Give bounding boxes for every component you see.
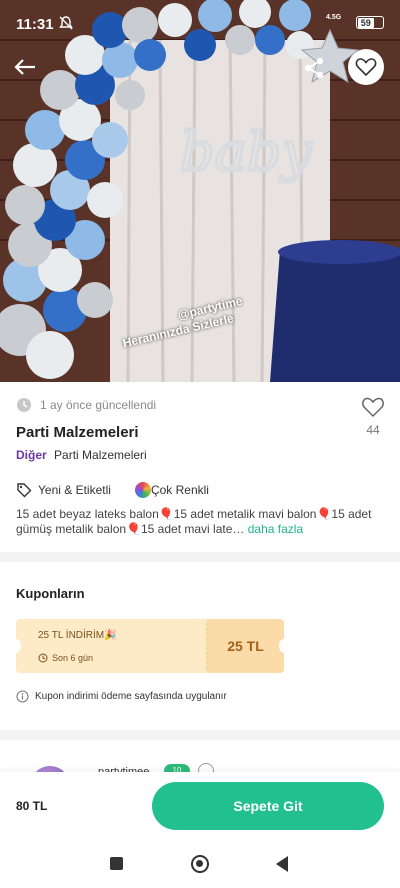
baby-balloon-letters: baby xyxy=(180,120,313,183)
updated-text: 1 ay önce güncellendi xyxy=(40,398,157,412)
coupons-heading: Kuponların xyxy=(16,586,85,601)
coupon-name: 25 TL İNDİRİM🎉 xyxy=(38,630,117,641)
breadcrumb: Diğer Parti Malzemeleri xyxy=(16,448,147,462)
section-divider xyxy=(0,730,400,740)
coupon-card[interactable]: 25 TL İNDİRİM🎉 Son 6 gün 25 TL xyxy=(11,619,289,673)
recents-icon[interactable] xyxy=(110,857,123,870)
color-palette-icon xyxy=(134,482,151,498)
bottom-action-bar: 80 TL Sepete Git xyxy=(0,772,400,840)
network-indicator: 4.5G xyxy=(326,14,342,21)
coupon-expiry: Son 6 gün xyxy=(38,653,93,663)
color-attribute: Çok Renkli xyxy=(134,482,209,498)
heart-icon xyxy=(355,58,377,77)
clock-icon xyxy=(17,398,31,412)
product-image[interactable]: baby @partytime Heranınızda Sizlerle 11:… xyxy=(0,0,400,382)
tag-icon xyxy=(17,483,32,498)
back-arrow-icon[interactable] xyxy=(10,52,40,82)
go-to-cart-button[interactable]: Sepete Git xyxy=(152,782,384,830)
home-icon[interactable] xyxy=(191,855,209,873)
timer-icon xyxy=(38,653,48,663)
like-count: 44 xyxy=(366,423,380,437)
back-icon[interactable] xyxy=(276,856,288,872)
coupon-note: Kupon indirimi ödeme sayfasında uygulanı… xyxy=(16,690,227,703)
bell-off-icon xyxy=(59,16,73,30)
battery-indicator: 59 xyxy=(356,16,384,29)
system-nav-bar xyxy=(0,840,400,888)
status-time: 11:31 xyxy=(16,16,54,33)
heart-icon xyxy=(362,397,384,418)
condition-attribute: Yeni & Etiketli xyxy=(16,482,111,498)
favorite-button[interactable] xyxy=(348,49,384,85)
category-link[interactable]: Diğer xyxy=(16,448,47,462)
section-divider xyxy=(0,552,400,562)
product-description: 15 adet beyaz lateks balon🎈15 adet metal… xyxy=(16,507,372,536)
like-button[interactable]: 44 xyxy=(356,396,390,437)
share-icon[interactable] xyxy=(300,54,328,82)
status-bar: 11:31 4.5G 59 xyxy=(0,0,400,44)
product-attributes: Yeni & Etiketli Çok Renkli xyxy=(16,482,233,498)
price: 80 TL xyxy=(16,799,48,813)
product-title: Parti Malzemeleri xyxy=(16,424,139,441)
read-more-link[interactable]: daha fazla xyxy=(248,522,303,536)
updated-info: 1 ay önce güncellendi xyxy=(16,397,156,413)
subcategory-link[interactable]: Parti Malzemeleri xyxy=(54,448,147,462)
coupon-value: 25 TL xyxy=(227,638,264,654)
info-icon xyxy=(16,690,29,703)
